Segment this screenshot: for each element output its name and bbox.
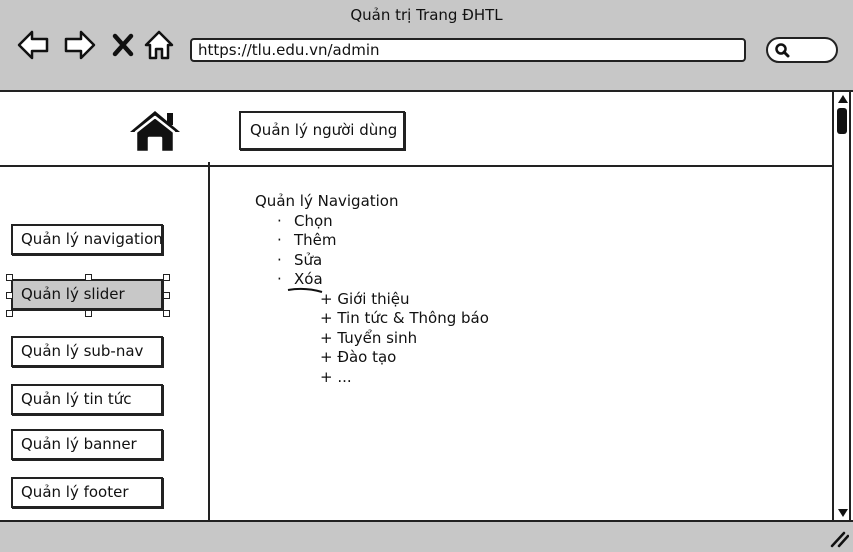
arrow-right-icon [64, 30, 96, 60]
sidebar-item-sub-nav[interactable]: Quản lý sub-nav [11, 336, 163, 367]
vertical-scrollbar[interactable] [832, 92, 853, 520]
browser-chrome: Quản trị Trang ĐHTL https://tlu.edu.vn/a… [0, 0, 853, 92]
home-icon [144, 30, 174, 60]
scroll-track [834, 92, 851, 520]
sub-list-item[interactable]: + Tin tức & Thông báo [255, 309, 489, 329]
sidebar-item-footer[interactable]: Quản lý footer [11, 477, 163, 508]
scroll-down-icon[interactable] [836, 507, 850, 519]
home-icon [130, 111, 180, 154]
selection-handle[interactable] [6, 292, 13, 299]
list-item-label: Thêm [294, 231, 337, 249]
connector-stroke [287, 287, 323, 293]
selection-handle[interactable] [163, 310, 170, 317]
scroll-thumb[interactable] [837, 108, 847, 134]
selection-handle[interactable] [6, 310, 13, 317]
selection-handle[interactable] [85, 274, 92, 281]
selection-handle[interactable] [6, 274, 13, 281]
bullet-dot: · [277, 231, 282, 249]
list-item[interactable]: · Sửa [255, 251, 489, 271]
scroll-up-icon[interactable] [836, 93, 850, 105]
browser-home-button[interactable] [142, 28, 176, 62]
bullet-dot: · [277, 211, 282, 230]
user-management-button[interactable]: Quản lý người dùng [239, 111, 405, 150]
bullet-dot: · [277, 250, 282, 269]
list-item[interactable]: · Thêm [255, 231, 489, 251]
site-home-link[interactable] [127, 108, 183, 154]
sub-list-item[interactable]: + Tuyển sinh [255, 329, 489, 349]
arrow-left-icon [17, 30, 49, 60]
sidebar-item-slider[interactable]: Quản lý slider [11, 279, 163, 310]
back-button[interactable] [16, 28, 50, 62]
header-divider [0, 165, 836, 167]
close-icon [112, 33, 134, 57]
search-field[interactable] [766, 37, 838, 63]
sidebar-item-banner[interactable]: Quản lý banner [11, 429, 163, 460]
selection-handle[interactable] [85, 310, 92, 317]
list-item-label: Chọn [294, 211, 333, 230]
status-bar [0, 520, 853, 552]
list-item-label: Sửa [294, 250, 323, 269]
sidebar-item-news[interactable]: Quản lý tin tức [11, 384, 163, 415]
selection-handle[interactable] [163, 292, 170, 299]
search-icon [775, 43, 790, 58]
panel-title: Quản lý Navigation [255, 192, 399, 210]
forward-button[interactable] [63, 28, 97, 62]
url-input[interactable]: https://tlu.edu.vn/admin [190, 38, 746, 62]
sub-list-item[interactable]: + ... [255, 368, 489, 388]
sidebar-divider [208, 162, 210, 520]
resize-grip-icon[interactable] [829, 530, 849, 548]
selection-handle[interactable] [163, 274, 170, 281]
window-title: Quản trị Trang ĐHTL [350, 6, 503, 24]
sub-list-item[interactable]: + Đào tạo [255, 348, 489, 368]
page-area: Quản lý người dùng Quản lý navigation Qu… [0, 92, 836, 520]
list-item-label: Xóa [294, 270, 323, 288]
stop-button[interactable] [110, 28, 136, 62]
sidebar-item-navigation[interactable]: Quản lý navigation [11, 224, 163, 255]
bullet-dot: · [277, 270, 282, 288]
list-item[interactable]: · Chọn [255, 212, 489, 232]
